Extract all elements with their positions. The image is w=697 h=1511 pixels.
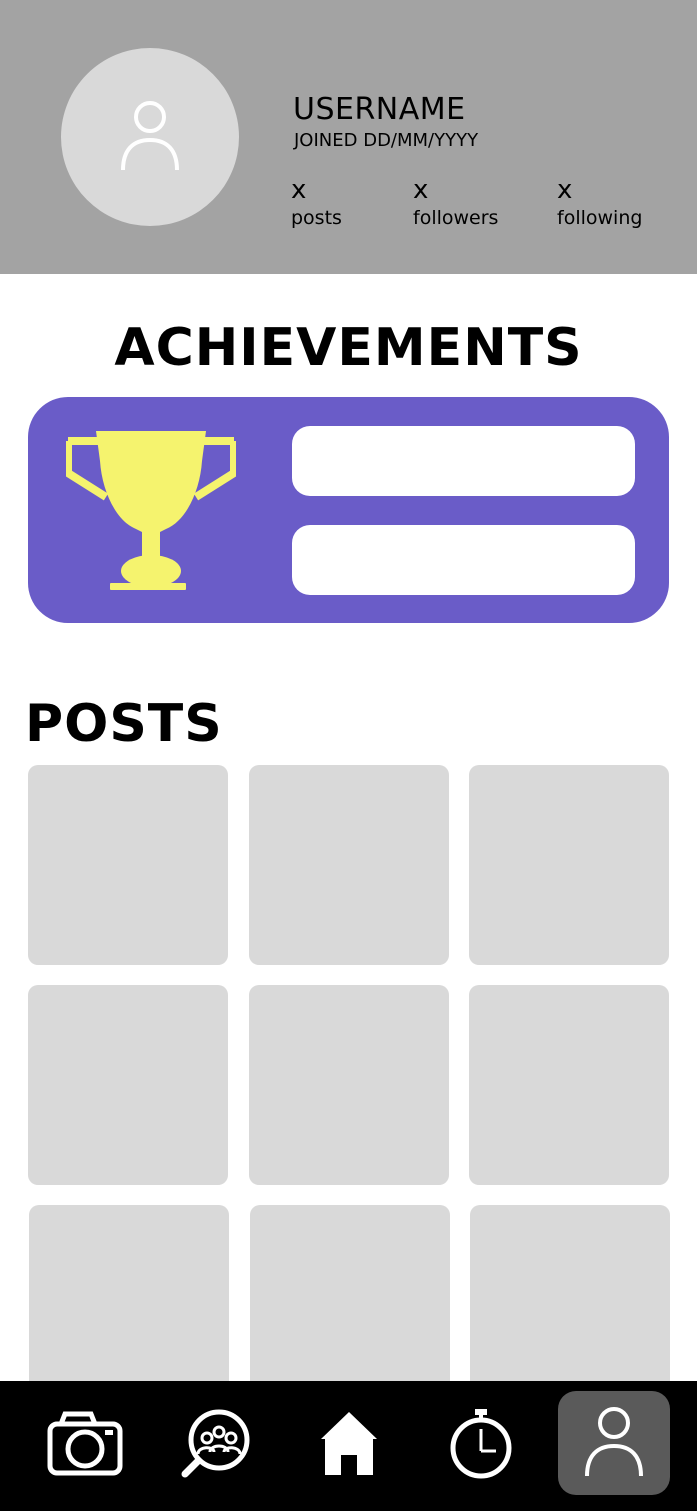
nav-profile-button[interactable] <box>558 1391 670 1495</box>
post-tile[interactable] <box>470 1205 670 1405</box>
camera-icon <box>47 1411 123 1476</box>
post-tile[interactable] <box>249 765 449 965</box>
nav-search-people-button[interactable] <box>160 1391 272 1495</box>
post-tile[interactable] <box>469 985 669 1185</box>
search-people-icon <box>181 1409 250 1478</box>
post-tile[interactable] <box>249 985 449 1185</box>
nav-camera-button[interactable] <box>29 1391 141 1495</box>
trophy-icon <box>66 431 236 590</box>
posts-label: posts <box>291 207 342 229</box>
posts-title: POSTS <box>25 694 223 754</box>
following-count: x <box>557 175 573 205</box>
nav-timer-button[interactable] <box>425 1391 537 1495</box>
posts-count: x <box>291 175 307 205</box>
nav-home-button[interactable] <box>293 1391 405 1495</box>
post-tile[interactable] <box>28 985 228 1185</box>
achievement-slot[interactable] <box>292 426 635 496</box>
profile-header: USERNAME JOINED DD/MM/YYYY x posts x fol… <box>0 0 697 274</box>
profile-icon <box>585 1407 643 1477</box>
followers-label: followers <box>413 207 499 229</box>
stat-posts[interactable]: x posts <box>291 176 342 230</box>
user-icon <box>121 101 179 171</box>
username: USERNAME <box>293 92 466 127</box>
followers-count: x <box>413 175 429 205</box>
following-label: following <box>557 207 643 229</box>
post-tile[interactable] <box>28 765 228 965</box>
avatar[interactable] <box>61 48 239 226</box>
stat-following[interactable]: x following <box>557 176 642 230</box>
achievements-card[interactable] <box>28 397 669 623</box>
bottom-nav <box>0 1381 697 1511</box>
post-tile[interactable] <box>29 1205 229 1405</box>
achievements-title: ACHIEVEMENTS <box>114 318 583 378</box>
home-icon <box>321 1412 377 1475</box>
post-tile[interactable] <box>469 765 669 965</box>
achievement-slot[interactable] <box>292 525 635 595</box>
post-tile[interactable] <box>250 1205 450 1405</box>
stat-followers[interactable]: x followers <box>413 176 498 230</box>
joined-date: JOINED DD/MM/YYYY <box>294 130 479 151</box>
stopwatch-icon <box>450 1409 512 1479</box>
